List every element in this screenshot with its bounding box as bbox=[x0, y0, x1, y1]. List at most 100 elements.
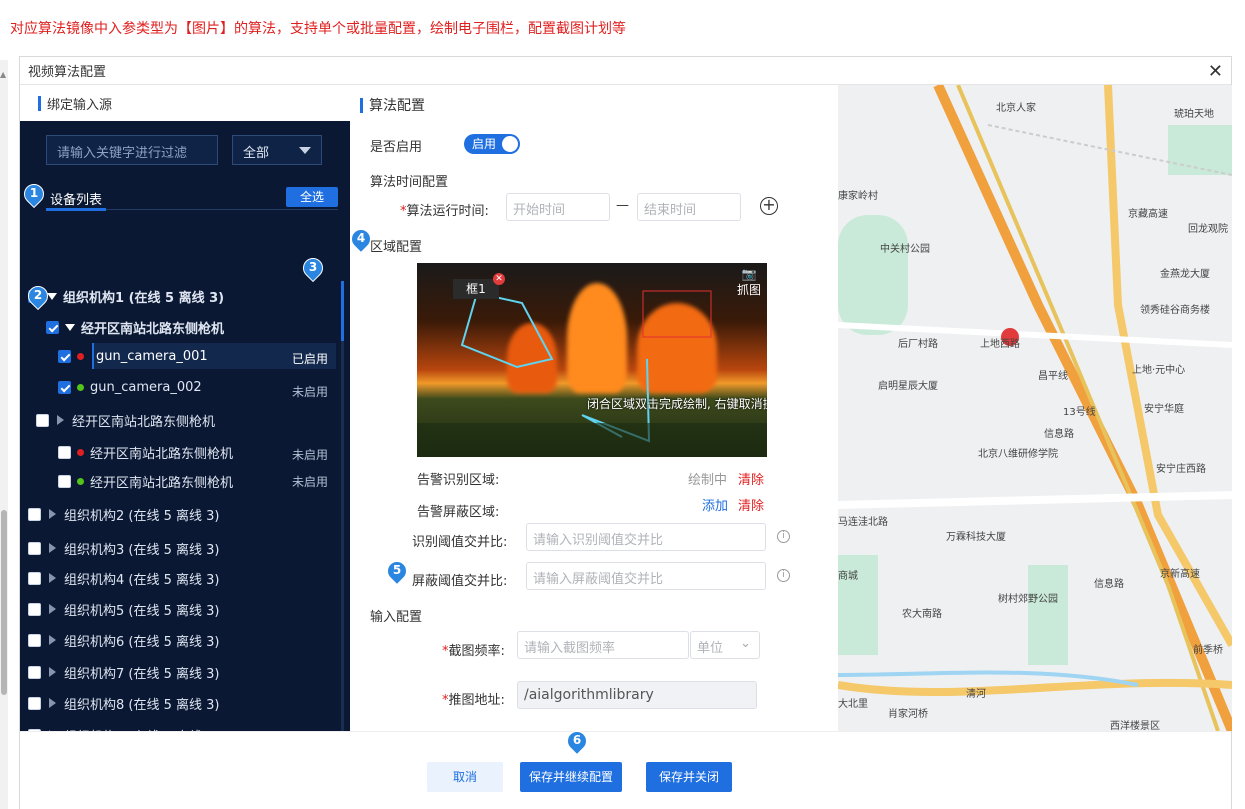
info-icon[interactable]: i bbox=[777, 569, 790, 582]
tree-node[interactable]: 组织机构1 (在线 5 离线 3) bbox=[28, 285, 224, 307]
capture-image[interactable]: 框1 ✕ 📷 抓图 闭合区域双击完成绘制, 右键取消操作 bbox=[417, 263, 767, 457]
enable-toggle-text: 启用 bbox=[472, 137, 497, 151]
tree-scroll-thumb[interactable] bbox=[341, 281, 344, 341]
filter-input[interactable]: 请输入关键字进行过滤 bbox=[46, 135, 218, 165]
tree-node[interactable]: 组织机构5 (在线 5 离线 3) bbox=[28, 598, 220, 620]
start-time-input[interactable]: 开始时间 bbox=[506, 193, 610, 221]
map-view[interactable]: 北京人家 琥珀天地 康家岭村 京藏高速 回龙观院 中关村公园 金燕龙大厦 领秀硅谷商务楼 后厂村… bbox=[838, 85, 1232, 731]
time-dash: — bbox=[616, 198, 629, 213]
close-icon[interactable]: ✕ bbox=[1208, 61, 1223, 82]
tree-node[interactable]: 经开区南站北路东侧枪机 bbox=[58, 470, 233, 492]
tree-checkbox[interactable] bbox=[58, 380, 71, 394]
tree-checkbox[interactable] bbox=[58, 445, 71, 459]
add-time-icon[interactable]: + bbox=[760, 197, 778, 215]
mask-iou-label: 屏蔽阈值交并比: bbox=[412, 574, 508, 589]
caret-right-icon[interactable] bbox=[49, 667, 56, 677]
scroll-thumb[interactable] bbox=[1, 510, 7, 695]
map-label: 万霖科技大厦 bbox=[946, 532, 1006, 543]
add-mask-link[interactable]: 添加 bbox=[702, 495, 728, 514]
push-address-input[interactable]: /aialgorithmlibrary bbox=[517, 681, 757, 709]
tree-node-label: 组织机构6 (在线 5 离线 3) bbox=[64, 634, 220, 650]
tree-node[interactable]: 组织机构7 (在线 5 离线 3) bbox=[28, 661, 220, 683]
status-dot-icon bbox=[77, 352, 84, 360]
tree-node[interactable]: 经开区南站北路东侧枪机 bbox=[58, 441, 233, 463]
caret-right-icon[interactable] bbox=[49, 509, 56, 519]
caret-right-icon[interactable] bbox=[49, 543, 56, 553]
scroll-up-icon[interactable]: ▲ bbox=[0, 70, 6, 79]
map-label: 安宁华庭 bbox=[1144, 404, 1184, 415]
map-label: 大北里 bbox=[838, 699, 868, 710]
map-label: 北京人家 bbox=[996, 103, 1036, 114]
step-marker-icon: 6 bbox=[562, 726, 592, 756]
caret-right-icon[interactable] bbox=[49, 698, 56, 708]
tree-node[interactable]: gun_camera_002 bbox=[58, 376, 202, 398]
caret-right-icon[interactable] bbox=[49, 573, 56, 583]
tree-node[interactable]: 组织机构6 (在线 5 离线 3) bbox=[28, 629, 220, 651]
tree-node[interactable]: 组织机构3 (在线 5 离线 3) bbox=[28, 537, 220, 559]
tree-node-label: gun_camera_002 bbox=[90, 379, 202, 395]
tree-checkbox[interactable] bbox=[58, 474, 71, 488]
unit-select[interactable]: 单位 ⌄ bbox=[690, 631, 760, 659]
capture-button[interactable]: 📷 抓图 bbox=[737, 267, 761, 298]
tree-checkbox[interactable] bbox=[46, 320, 59, 334]
map-label: 中关村公园 bbox=[880, 244, 930, 255]
caret-down-icon[interactable] bbox=[47, 292, 57, 300]
title-bar-icon bbox=[360, 97, 363, 113]
chevron-down-icon bbox=[299, 147, 311, 154]
caret-right-icon[interactable] bbox=[49, 604, 56, 614]
save-close-button[interactable]: 保存并关闭 bbox=[646, 762, 732, 792]
draw-hint: 闭合区域双击完成绘制, 右键取消操作 bbox=[587, 397, 767, 411]
cancel-button[interactable]: 取消 bbox=[427, 762, 503, 792]
tree-checkbox[interactable] bbox=[28, 696, 41, 710]
tree-checkbox[interactable] bbox=[28, 665, 41, 679]
freq-input[interactable]: 请输入截图频率 bbox=[517, 631, 689, 659]
tree-node-label: 组织机构2 (在线 5 离线 3) bbox=[64, 508, 220, 524]
tree-node[interactable]: gun_camera_001 bbox=[58, 345, 208, 367]
map-label: 树村郊野公园 bbox=[998, 594, 1058, 605]
tree-node-label: 经开区南站北路东侧枪机 bbox=[90, 446, 234, 462]
tree-checkbox[interactable] bbox=[28, 571, 41, 585]
tree-scrollbar[interactable] bbox=[341, 281, 344, 741]
run-time-label: *算法运行时间: bbox=[400, 200, 489, 219]
left-title-text: 绑定输入源 bbox=[47, 97, 113, 113]
tree-node[interactable]: 经开区南站北路东侧枪机 bbox=[46, 316, 224, 338]
end-time-input[interactable]: 结束时间 bbox=[637, 193, 741, 221]
map-label: 后厂村路 bbox=[898, 339, 938, 350]
video-algo-dialog: 视频算法配置 ✕ 绑定输入源 请输入关键字进行过滤 全部 设备列表 全选 组织机… bbox=[19, 56, 1232, 809]
tree-checkbox[interactable] bbox=[28, 541, 41, 555]
tree-node[interactable]: 组织机构2 (在线 5 离线 3) bbox=[28, 503, 220, 525]
info-icon[interactable]: i bbox=[777, 530, 790, 543]
mask-iou-input[interactable]: 请输入屏蔽阈值交并比 bbox=[526, 562, 766, 590]
tree-checkbox[interactable] bbox=[58, 349, 71, 363]
select-all-button[interactable]: 全选 bbox=[286, 187, 338, 207]
enable-toggle[interactable]: 启用 bbox=[464, 134, 520, 154]
tree-node[interactable]: 组织机构4 (在线 5 离线 3) bbox=[28, 567, 220, 589]
page-scrollbar[interactable]: ▲ bbox=[0, 60, 8, 809]
map-label: 京新高速 bbox=[1160, 569, 1200, 580]
caret-right-icon[interactable] bbox=[49, 635, 56, 645]
tree-node[interactable]: 组织机构8 (在线 5 离线 3) bbox=[28, 692, 220, 714]
caret-down-icon[interactable] bbox=[65, 323, 75, 331]
device-status: 未启用 bbox=[292, 385, 329, 399]
tree-checkbox[interactable] bbox=[36, 413, 49, 427]
status-dot-icon bbox=[77, 383, 84, 391]
step-marker-icon: 2 bbox=[23, 281, 53, 311]
save-continue-button[interactable]: 保存并继续配置 bbox=[520, 762, 622, 792]
tree-checkbox[interactable] bbox=[28, 507, 41, 521]
map-label: 京藏高速 bbox=[1128, 209, 1168, 220]
page-description: 对应算法镜像中入参类型为【图片】的算法，支持单个或批量配置，绘制电子围栏，配置截… bbox=[10, 21, 626, 37]
tree-node[interactable]: 经开区南站北路东侧枪机 bbox=[36, 409, 215, 431]
caret-right-icon[interactable] bbox=[57, 415, 64, 425]
clear-mask-link[interactable]: 清除 bbox=[738, 495, 764, 514]
map-label: 商城 bbox=[838, 571, 858, 582]
map-label: 西洋楼景区 bbox=[1110, 721, 1160, 731]
tree-checkbox[interactable] bbox=[28, 602, 41, 616]
delete-frame-icon[interactable]: ✕ bbox=[493, 273, 505, 285]
tab-device-list[interactable]: 设备列表 bbox=[50, 189, 102, 208]
tree-node-label: 经开区南站北路东侧枪机 bbox=[81, 321, 225, 337]
map-label: 上地西路 bbox=[980, 339, 1020, 350]
filter-select[interactable]: 全部 bbox=[232, 135, 322, 165]
clear-alarm-link[interactable]: 清除 bbox=[738, 469, 764, 488]
iou-input[interactable]: 请输入识别阈值交并比 bbox=[526, 523, 766, 551]
tree-checkbox[interactable] bbox=[28, 633, 41, 647]
